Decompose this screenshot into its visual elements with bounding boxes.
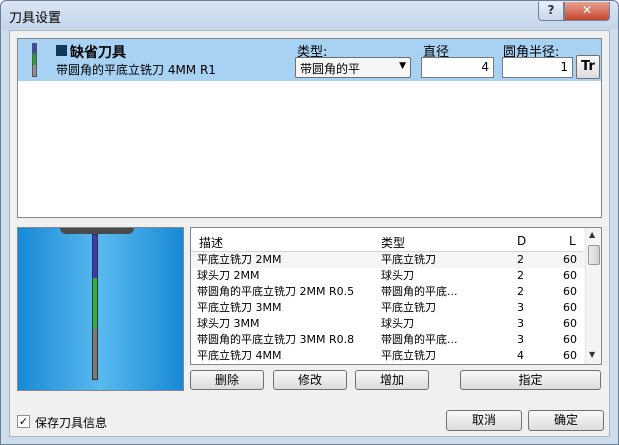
cell-d: 2 — [517, 269, 524, 282]
tool-library-list[interactable]: 描述 类型 D L 平底立铣刀 2MM 平底立铣刀 2 60 球头刀 2MM 球… — [190, 227, 602, 365]
list-body: 平底立铣刀 2MM 平底立铣刀 2 60 球头刀 2MM 球头刀 2 60 带圆… — [191, 252, 585, 364]
list-header: 描述 类型 D L — [191, 228, 583, 252]
table-row[interactable]: 球头刀 3MM 球头刀 3 60 — [191, 316, 585, 332]
cell-l: 60 — [563, 301, 577, 314]
window-title: 刀具设置 — [9, 11, 62, 26]
col-header-d[interactable]: D — [517, 234, 526, 248]
cell-type: 平底立铣刀 — [381, 349, 436, 362]
scroll-up-icon[interactable]: ▲ — [589, 230, 595, 239]
cell-type: 球头刀 — [381, 317, 414, 330]
cell-type: 球头刀 — [381, 269, 414, 282]
modify-button[interactable]: 修改 — [273, 370, 347, 390]
cell-d: 2 — [517, 285, 524, 298]
cell-type: 平底立铣刀 — [381, 253, 436, 266]
cell-desc: 带圆角的平底立铣刀 3MM R0.8 — [197, 333, 355, 346]
cell-d: 3 — [517, 333, 524, 346]
cell-l: 60 — [563, 269, 577, 282]
cell-d: 4 — [517, 349, 524, 362]
cell-type: 带圆角的平底... — [381, 333, 458, 346]
tool-preview — [17, 227, 184, 391]
title-bar: 刀具设置 ? ✕ — [1, 1, 618, 29]
cell-desc: 平底立铣刀 4MM — [197, 349, 282, 362]
tool-shape-button[interactable]: Tr — [576, 55, 600, 79]
cell-desc: 球头刀 2MM — [197, 269, 260, 282]
help-button[interactable]: ? — [538, 2, 564, 21]
assign-button[interactable]: 指定 — [460, 370, 601, 390]
type-select[interactable]: 带圆角的平 ▼ — [295, 57, 411, 78]
table-row[interactable]: 平底立铣刀 4MM 平底立铣刀 4 60 — [191, 348, 585, 364]
cell-type: 平底立铣刀 — [381, 301, 436, 314]
cell-d: 2 — [517, 253, 524, 266]
radius-input[interactable]: 1 — [502, 57, 573, 78]
checkmark-icon: ✓ — [18, 415, 29, 428]
save-info-checkbox[interactable]: ✓ — [17, 415, 30, 428]
tool-shape-icon: Tr — [581, 59, 595, 74]
vertical-scrollbar[interactable]: ▲ ▼ — [585, 228, 601, 364]
cell-desc: 球头刀 3MM — [197, 317, 260, 330]
cell-l: 60 — [563, 349, 577, 362]
tool-shank-shape — [92, 234, 98, 380]
scroll-down-icon[interactable]: ▼ — [589, 350, 595, 359]
tool-square-icon — [56, 45, 67, 56]
tool-name: 缺省刀具 — [70, 45, 126, 61]
delete-button[interactable]: 删除 — [190, 370, 264, 390]
type-select-value: 带圆角的平 — [300, 62, 361, 76]
scrollbar-thumb[interactable] — [588, 245, 600, 265]
table-row[interactable]: 平底立铣刀 2MM 平底立铣刀 2 60 — [191, 252, 585, 268]
cell-d: 3 — [517, 301, 524, 314]
col-header-type[interactable]: 类型 — [381, 234, 405, 251]
tool-color-strip — [32, 43, 37, 77]
dropdown-arrow-icon: ▼ — [399, 61, 406, 71]
cell-l: 60 — [563, 317, 577, 330]
cell-l: 60 — [563, 253, 577, 266]
tool-settings-dialog: 刀具设置 ? ✕ 缺省刀具 带圆角的平底立铣刀 4MM R1 类型: 带圆角的平… — [0, 0, 619, 445]
table-row[interactable]: 带圆角的平底立铣刀 2MM R0.5 带圆角的平底... 2 60 — [191, 284, 585, 300]
col-header-l[interactable]: L — [569, 234, 576, 248]
table-row[interactable]: 平底立铣刀 3MM 平底立铣刀 3 60 — [191, 300, 585, 316]
close-button[interactable]: ✕ — [564, 2, 610, 21]
cell-l: 60 — [563, 333, 577, 346]
cell-desc: 带圆角的平底立铣刀 2MM R0.5 — [197, 285, 355, 298]
ok-button[interactable]: 确定 — [528, 410, 604, 431]
table-row[interactable]: 带圆角的平底立铣刀 3MM R0.8 带圆角的平底... 3 60 — [191, 332, 585, 348]
dialog-body: 缺省刀具 带圆角的平底立铣刀 4MM R1 类型: 带圆角的平 ▼ 直径 4 圆… — [9, 30, 610, 437]
diameter-input[interactable]: 4 — [421, 57, 494, 78]
cell-l: 60 — [563, 285, 577, 298]
cell-desc: 平底立铣刀 3MM — [197, 301, 282, 314]
cell-desc: 平底立铣刀 2MM — [197, 253, 282, 266]
cell-d: 3 — [517, 317, 524, 330]
cancel-button[interactable]: 取消 — [446, 410, 522, 431]
save-info-label: 保存刀具信息 — [35, 416, 108, 430]
col-header-desc[interactable]: 描述 — [199, 234, 223, 251]
table-row[interactable]: 球头刀 2MM 球头刀 2 60 — [191, 268, 585, 284]
cell-type: 带圆角的平底... — [381, 285, 458, 298]
tool-description: 带圆角的平底立铣刀 4MM R1 — [56, 63, 216, 77]
current-tool-panel: 缺省刀具 带圆角的平底立铣刀 4MM R1 类型: 带圆角的平 ▼ 直径 4 圆… — [17, 38, 602, 218]
current-tool-row[interactable]: 缺省刀具 带圆角的平底立铣刀 4MM R1 类型: 带圆角的平 ▼ 直径 4 圆… — [18, 39, 601, 81]
add-button[interactable]: 增加 — [355, 370, 429, 390]
